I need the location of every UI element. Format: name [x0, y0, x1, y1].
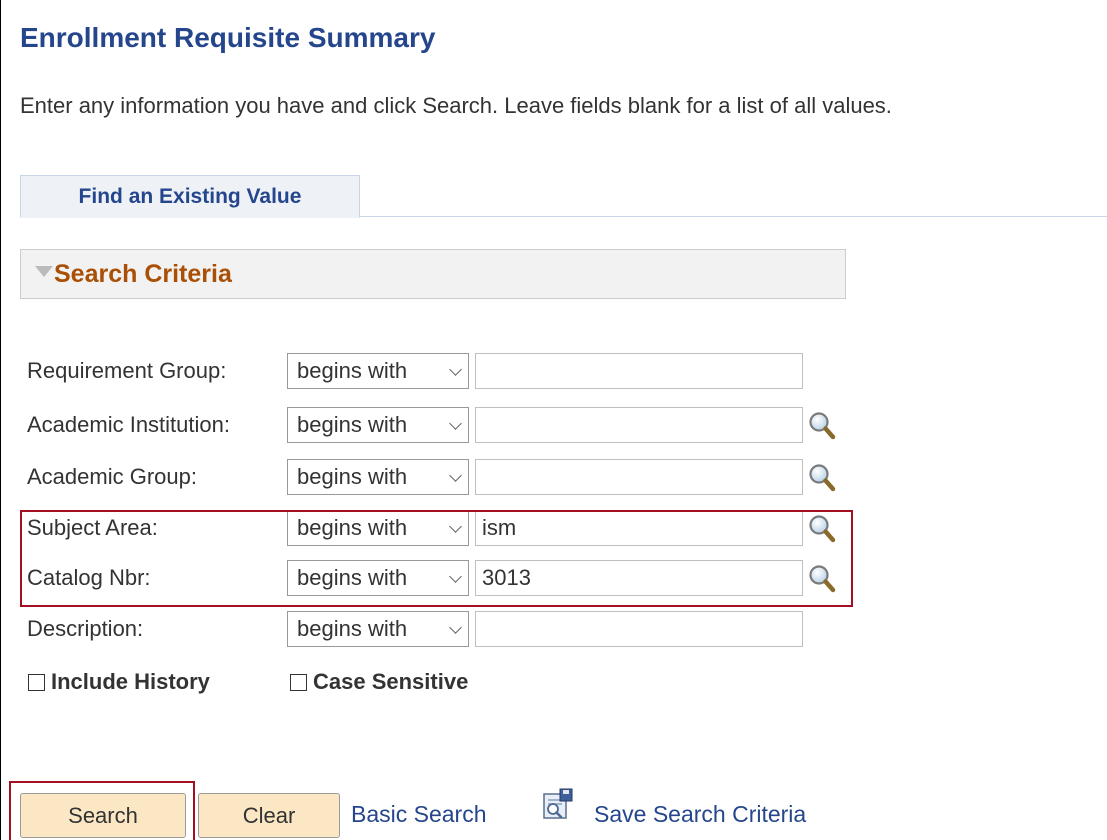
include-history-checkbox[interactable]: Include History — [28, 667, 210, 697]
field-row-catalog-nbr: Catalog Nbr: begins with — [27, 560, 847, 596]
field-label: Academic Group: — [27, 464, 197, 489]
operator-value: begins with — [297, 616, 408, 641]
field-label: Description: — [27, 616, 144, 641]
operator-select[interactable]: begins with — [287, 560, 469, 596]
clear-button[interactable]: Clear — [198, 793, 340, 838]
search-button[interactable]: Search — [20, 793, 186, 838]
field-row-academic-group: Academic Group: begins with — [27, 459, 847, 495]
tab-strip: Find an Existing Value — [20, 175, 1107, 218]
operator-select[interactable]: begins with — [287, 407, 469, 443]
field-label: Subject Area: — [27, 515, 158, 540]
operator-select[interactable]: begins with — [287, 353, 469, 389]
requirement-group-input[interactable] — [475, 353, 803, 389]
tab-find-existing-value[interactable]: Find an Existing Value — [20, 175, 360, 218]
catalog-nbr-input[interactable] — [475, 560, 803, 596]
search-criteria-header[interactable]: Search Criteria — [20, 249, 846, 299]
chevron-down-icon — [449, 363, 462, 376]
operator-value: begins with — [297, 464, 408, 489]
chevron-down-icon — [449, 469, 462, 482]
field-row-description: Description: begins with — [27, 611, 847, 647]
chevron-down-icon — [449, 520, 462, 533]
checkbox-box[interactable] — [290, 673, 307, 691]
operator-value: begins with — [297, 515, 408, 540]
field-label: Catalog Nbr: — [27, 565, 151, 590]
page-title: Enrollment Requisite Summary — [20, 22, 436, 53]
checkbox-box[interactable] — [28, 673, 45, 691]
checkbox-label: Include History — [51, 669, 210, 694]
checkbox-label: Case Sensitive — [313, 669, 469, 694]
chevron-down-icon — [449, 417, 462, 430]
page: Enrollment Requisite Summary Enter any i… — [0, 0, 1107, 840]
magnifier-icon[interactable] — [807, 513, 837, 545]
operator-value: begins with — [297, 565, 408, 590]
operator-value: begins with — [297, 412, 408, 437]
description-input[interactable] — [475, 611, 803, 647]
field-label: Academic Institution: — [27, 412, 230, 437]
operator-select[interactable]: begins with — [287, 611, 469, 647]
save-search-icon[interactable] — [542, 788, 574, 820]
subject-area-input[interactable] — [475, 510, 803, 546]
collapse-triangle-icon[interactable] — [35, 265, 53, 277]
magnifier-icon[interactable] — [807, 563, 837, 595]
field-row-subject-area: Subject Area: begins with — [27, 510, 847, 546]
field-label: Requirement Group: — [27, 358, 227, 383]
instructions-text: Enter any information you have and click… — [20, 93, 892, 118]
academic-group-input[interactable] — [475, 459, 803, 495]
operator-value: begins with — [297, 358, 408, 383]
academic-institution-input[interactable] — [475, 407, 803, 443]
case-sensitive-checkbox[interactable]: Case Sensitive — [290, 667, 468, 697]
magnifier-icon[interactable] — [807, 462, 837, 494]
field-row-academic-institution: Academic Institution: begins with — [27, 407, 847, 443]
operator-select[interactable]: begins with — [287, 510, 469, 546]
search-criteria-title: Search Criteria — [54, 259, 232, 288]
magnifier-icon[interactable] — [807, 410, 837, 442]
field-row-requirement-group: Requirement Group: begins with — [27, 353, 847, 389]
save-search-criteria-link[interactable]: Save Search Criteria — [594, 801, 806, 828]
chevron-down-icon — [449, 570, 462, 583]
operator-select[interactable]: begins with — [287, 459, 469, 495]
chevron-down-icon — [449, 621, 462, 634]
basic-search-link[interactable]: Basic Search — [351, 801, 487, 828]
